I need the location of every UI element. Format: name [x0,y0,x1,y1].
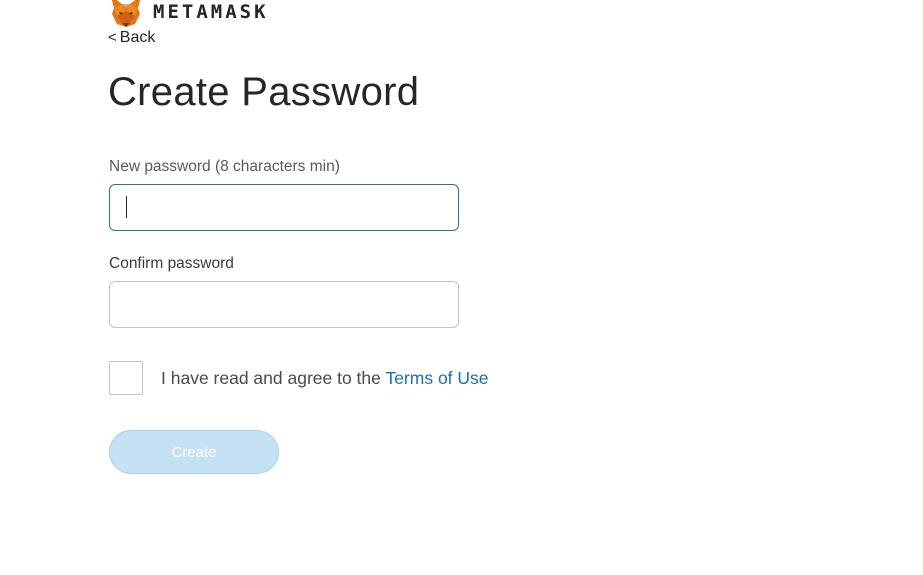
brand-wordmark: METAMASK [153,0,269,23]
back-link[interactable]: < Back [108,28,155,48]
new-password-input[interactable] [109,184,459,231]
new-password-label: New password (8 characters min) [109,158,340,175]
metamask-logo: METAMASK [109,0,269,28]
confirm-password-input[interactable] [109,281,459,328]
terms-text: I have read and agree to the Terms of Us… [161,367,489,389]
text-cursor [126,196,127,218]
fox-icon [112,0,140,27]
create-button[interactable]: Create [109,430,279,474]
terms-prefix: I have read and agree to the [161,368,386,388]
confirm-password-label: Confirm password [109,255,234,272]
chevron-left-icon: < [108,29,117,46]
back-label: Back [119,29,156,46]
page-title: Create Password [108,70,420,114]
terms-of-use-link[interactable]: Terms of Use [385,368,488,388]
terms-checkbox[interactable] [109,361,143,395]
